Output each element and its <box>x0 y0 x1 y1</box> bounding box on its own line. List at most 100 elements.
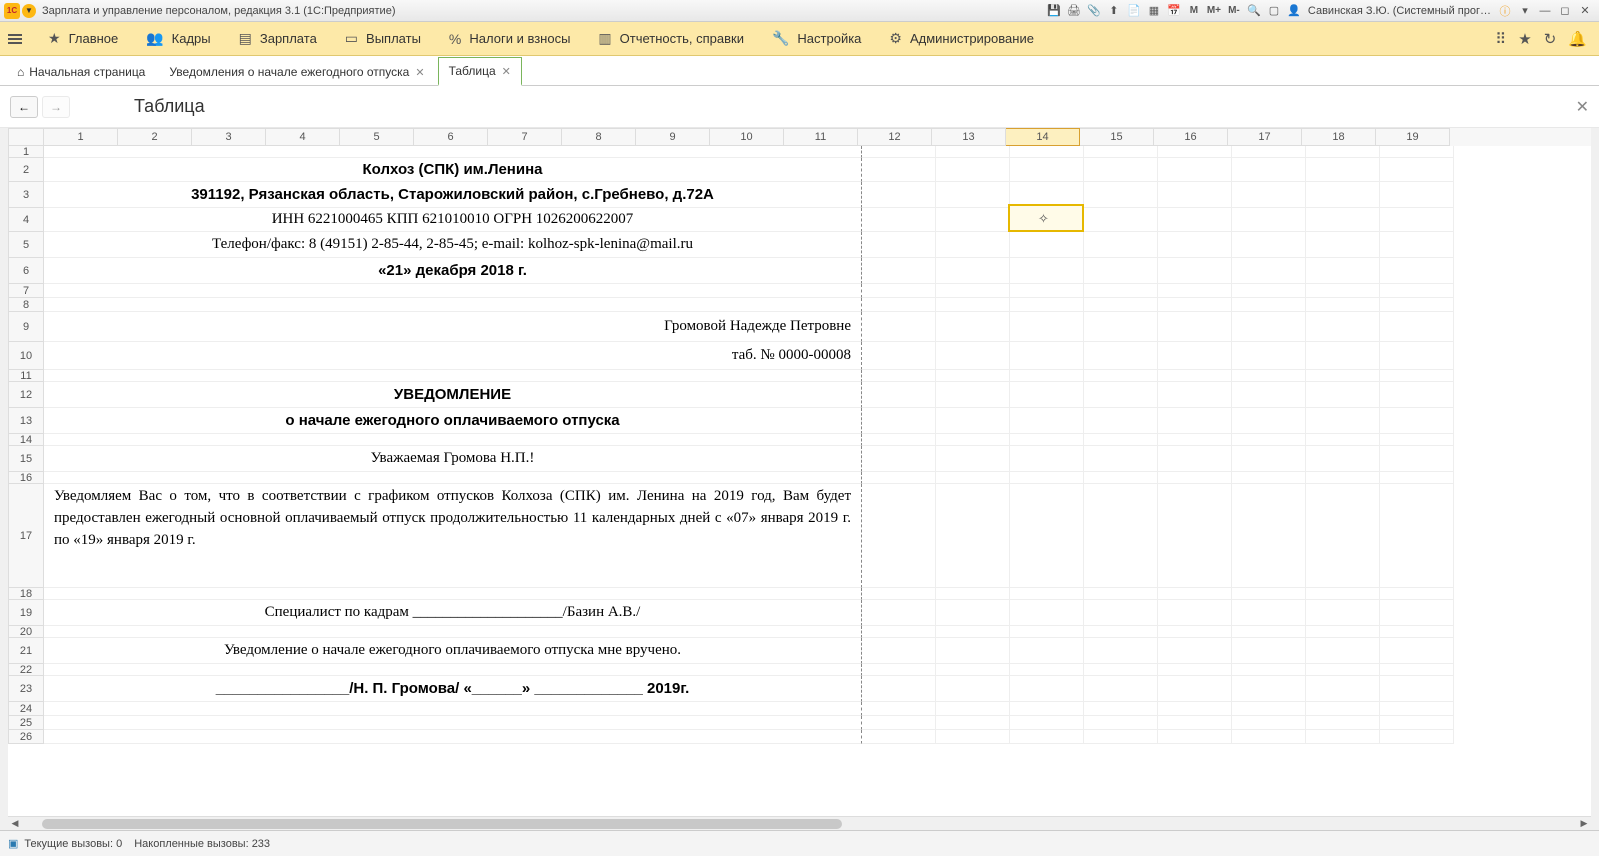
tab-home[interactable]: ⌂Начальная страница <box>6 58 156 85</box>
column-header[interactable]: 12 <box>858 128 932 146</box>
column-header[interactable]: 2 <box>118 128 192 146</box>
empty-cell[interactable] <box>1158 208 1232 232</box>
empty-cell[interactable] <box>1232 182 1306 208</box>
row-header[interactable]: 3 <box>8 182 44 208</box>
tab-table[interactable]: Таблица✕ <box>438 57 522 86</box>
empty-cell[interactable] <box>1158 588 1232 600</box>
empty-cell[interactable] <box>1232 232 1306 258</box>
empty-cell[interactable] <box>936 208 1010 232</box>
mminus-button[interactable]: M- <box>1225 2 1243 20</box>
column-header[interactable]: 5 <box>340 128 414 146</box>
empty-cell[interactable] <box>936 312 1010 342</box>
empty-cell[interactable] <box>1084 626 1158 638</box>
empty-cell[interactable] <box>1158 258 1232 284</box>
empty-cell[interactable] <box>1380 702 1454 716</box>
column-header[interactable]: 9 <box>636 128 710 146</box>
column-header[interactable]: 10 <box>710 128 784 146</box>
empty-cell[interactable] <box>1010 472 1084 484</box>
document-cell[interactable] <box>44 730 862 744</box>
empty-cell[interactable] <box>1158 146 1232 158</box>
empty-cell[interactable] <box>1232 434 1306 446</box>
row-header[interactable]: 13 <box>8 408 44 434</box>
empty-cell[interactable] <box>1306 258 1380 284</box>
mplus-button[interactable]: M+ <box>1205 2 1223 20</box>
empty-cell[interactable] <box>862 182 936 208</box>
empty-cell[interactable] <box>1010 626 1084 638</box>
empty-cell[interactable] <box>1232 600 1306 626</box>
empty-cell[interactable] <box>1084 232 1158 258</box>
document-cell[interactable]: Специалист по кадрам ___________________… <box>44 600 862 626</box>
document-cell[interactable]: «21» декабря 2018 г. <box>44 258 862 284</box>
document-cell[interactable] <box>44 664 862 676</box>
empty-cell[interactable] <box>1158 284 1232 298</box>
empty-cell[interactable] <box>1158 626 1232 638</box>
empty-cell[interactable] <box>936 588 1010 600</box>
column-header[interactable]: 17 <box>1228 128 1302 146</box>
empty-cell[interactable] <box>1380 446 1454 472</box>
empty-cell[interactable] <box>936 626 1010 638</box>
row-header[interactable]: 11 <box>8 370 44 382</box>
column-header[interactable]: 1 <box>44 128 118 146</box>
menu-vyplaty[interactable]: ▭Выплаты <box>331 22 435 55</box>
empty-cell[interactable] <box>1010 702 1084 716</box>
app-dropdown[interactable]: ▼ <box>22 4 36 18</box>
empty-cell[interactable] <box>1380 664 1454 676</box>
layout-icon[interactable]: ▢ <box>1265 2 1283 20</box>
document-cell[interactable]: Уведомляем Вас о том, что в соответствии… <box>44 484 862 588</box>
empty-cell[interactable] <box>1380 716 1454 730</box>
document-cell[interactable]: 391192, Рязанская область, Старожиловски… <box>44 182 862 208</box>
document-cell[interactable] <box>44 146 862 158</box>
empty-cell[interactable] <box>1306 638 1380 664</box>
document-cell[interactable] <box>44 284 862 298</box>
empty-cell[interactable] <box>1306 370 1380 382</box>
empty-cell[interactable] <box>862 370 936 382</box>
empty-cell[interactable] <box>1306 342 1380 370</box>
empty-cell[interactable] <box>1010 158 1084 182</box>
empty-cell[interactable] <box>1306 676 1380 702</box>
empty-cell[interactable] <box>862 446 936 472</box>
column-header[interactable]: 18 <box>1302 128 1376 146</box>
menu-nalogi[interactable]: %Налоги и взносы <box>435 22 585 55</box>
empty-cell[interactable] <box>862 408 936 434</box>
menu-zarplata[interactable]: ▤Зарплата <box>225 22 331 55</box>
empty-cell[interactable] <box>1380 600 1454 626</box>
row-header[interactable]: 14 <box>8 434 44 446</box>
empty-cell[interactable] <box>1084 408 1158 434</box>
empty-cell[interactable] <box>1380 626 1454 638</box>
empty-cell[interactable] <box>1158 600 1232 626</box>
history-icon[interactable]: ↻ <box>1544 30 1557 48</box>
empty-cell[interactable] <box>1010 342 1084 370</box>
row-header[interactable]: 17 <box>8 484 44 588</box>
empty-cell[interactable] <box>1306 232 1380 258</box>
empty-cell[interactable] <box>1084 676 1158 702</box>
empty-cell[interactable] <box>1084 702 1158 716</box>
empty-cell[interactable] <box>862 434 936 446</box>
empty-cell[interactable] <box>1380 382 1454 408</box>
empty-cell[interactable] <box>1232 158 1306 182</box>
empty-cell[interactable] <box>1010 730 1084 744</box>
apps-icon[interactable]: ⠿ <box>1495 30 1506 48</box>
column-header[interactable]: 19 <box>1376 128 1450 146</box>
empty-cell[interactable] <box>1010 232 1084 258</box>
document-cell[interactable]: Громовой Надежде Петровне <box>44 312 862 342</box>
column-header[interactable]: 3 <box>192 128 266 146</box>
empty-cell[interactable] <box>1306 298 1380 312</box>
empty-cell[interactable] <box>1158 182 1232 208</box>
document-cell[interactable] <box>44 298 862 312</box>
empty-cell[interactable] <box>862 232 936 258</box>
empty-cell[interactable] <box>1306 626 1380 638</box>
hamburger-icon[interactable] <box>8 34 22 44</box>
empty-cell[interactable] <box>1158 446 1232 472</box>
empty-cell[interactable] <box>1232 446 1306 472</box>
empty-cell[interactable] <box>1380 370 1454 382</box>
document-cell[interactable]: Телефон/факс: 8 (49151) 2-85-44, 2-85-45… <box>44 232 862 258</box>
empty-cell[interactable] <box>1084 370 1158 382</box>
row-header[interactable]: 6 <box>8 258 44 284</box>
empty-cell[interactable] <box>862 298 936 312</box>
empty-cell[interactable] <box>1306 208 1380 232</box>
row-header[interactable]: 4 <box>8 208 44 232</box>
document-cell[interactable] <box>44 472 862 484</box>
empty-cell[interactable] <box>1084 600 1158 626</box>
empty-cell[interactable] <box>1010 638 1084 664</box>
empty-cell[interactable] <box>1010 588 1084 600</box>
